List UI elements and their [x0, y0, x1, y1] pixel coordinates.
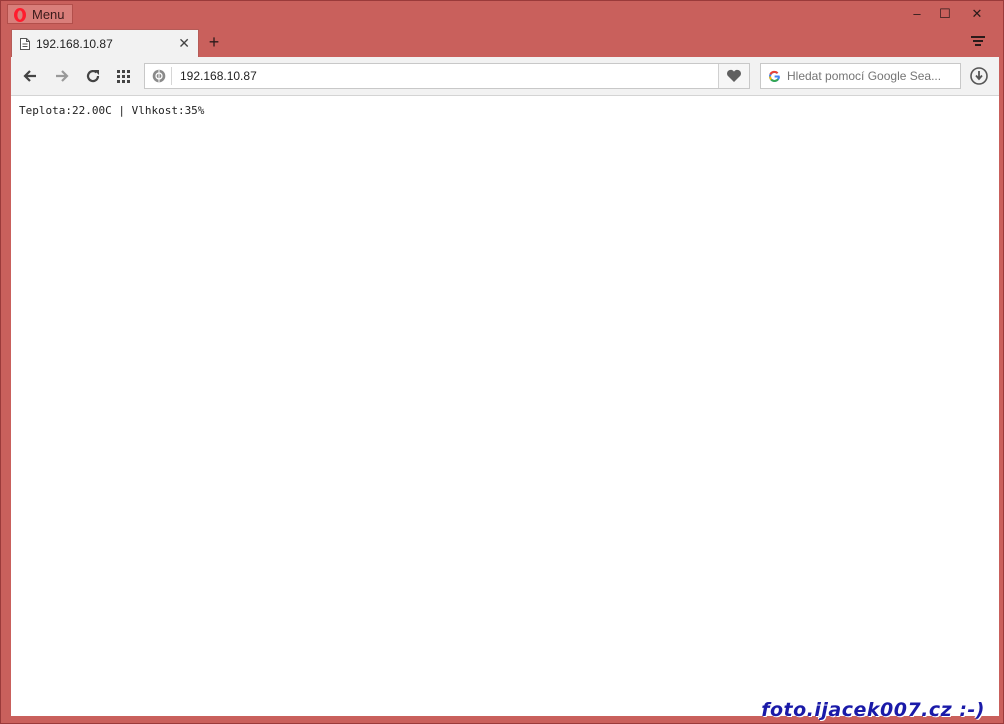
google-icon [769, 70, 780, 82]
new-tab-button[interactable]: + [205, 31, 223, 53]
minimize-button[interactable]: – [903, 3, 931, 25]
maximize-button[interactable]: ☐ [931, 3, 959, 25]
address-input[interactable]: 192.168.10.87 [180, 69, 257, 83]
search-placeholder: Hledat pomocí Google Sea... [787, 69, 942, 83]
heart-icon [727, 69, 741, 82]
download-icon[interactable] [969, 66, 989, 86]
title-bar: Menu – ☐ ✕ [1, 1, 1003, 29]
back-icon[interactable] [21, 66, 41, 86]
page-icon [20, 38, 30, 50]
minimize-icon: – [913, 6, 921, 21]
forward-icon[interactable] [51, 66, 71, 86]
menu-button[interactable]: Menu [7, 4, 73, 24]
close-window-button[interactable]: ✕ [963, 3, 991, 25]
tab-menu-icon[interactable] [971, 35, 985, 47]
bookmark-button[interactable] [718, 64, 749, 88]
menu-label: Menu [32, 7, 65, 22]
tab-title: 192.168.10.87 [36, 37, 113, 51]
tab-active[interactable]: 192.168.10.87 ✕ [11, 29, 199, 57]
search-field[interactable]: Hledat pomocí Google Sea... [760, 63, 961, 89]
site-info-icon[interactable] [152, 69, 166, 83]
navigation-toolbar: 192.168.10.87 Hledat pomocí Google Sea..… [11, 57, 999, 96]
reload-icon[interactable] [83, 66, 103, 86]
speed-dial-icon[interactable] [114, 66, 134, 86]
tab-close-icon[interactable]: ✕ [178, 35, 190, 52]
address-bar[interactable]: 192.168.10.87 [144, 63, 750, 89]
page-viewport: Teplota:22.00C | Vlhkost:35% [11, 96, 999, 716]
opera-logo-icon [14, 8, 26, 22]
maximize-icon: ☐ [939, 6, 951, 21]
watermark: foto.ijacek007.cz :-) [761, 699, 985, 721]
address-separator [171, 67, 172, 85]
close-icon: ✕ [971, 6, 983, 21]
sensor-readout: Teplota:22.00C | Vlhkost:35% [19, 104, 205, 117]
browser-window: Menu – ☐ ✕ 192.168.10.87 ✕ + 192.168.10.… [0, 0, 1004, 724]
